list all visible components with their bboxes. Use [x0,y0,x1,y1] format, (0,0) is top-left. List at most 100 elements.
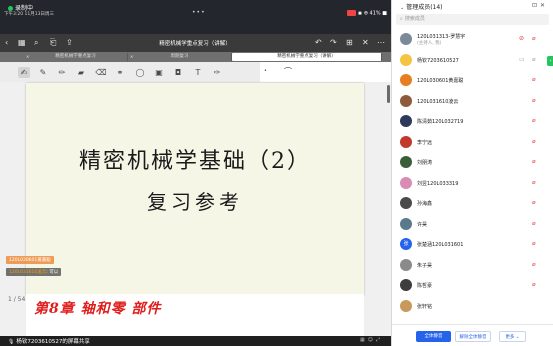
pen-icon[interactable]: ✎ [37,67,49,78]
member-row[interactable]: 120L030601黄嘉聪 ⌀ [392,71,553,89]
mic-muted-icon[interactable]: ⌀ [532,281,536,289]
undo-icon[interactable]: ↶ [315,37,322,48]
mic-muted-icon[interactable]: ⌀ [532,97,536,105]
device-status-bar: 录制中 下午3:20 11月13日周三 ••• ◉ ⊕ 41% ■ [0,0,391,34]
chat-bubble-2: 120L031610凌云: 可以 [6,268,62,276]
header-icons: ⊡✕ [532,2,548,9]
member-row[interactable]: 许昊 ⌀ [392,215,553,233]
share-icon[interactable]: ⇪ [66,37,73,48]
tab-2[interactable]: ✕ 周期复习 [128,53,232,61]
member-row[interactable]: 孙海鑫 ⌀ [392,194,553,212]
battery-wifi-icons: ◉ ⊕ 41% ■ [357,10,387,17]
bookmark-icon[interactable]: ⎗ [50,37,56,48]
mic-muted-icon[interactable]: ⌀ [532,76,536,84]
avatar [400,217,412,230]
member-row[interactable]: 陈哲豪 ⌀ [392,276,553,294]
mute-all-button[interactable]: 全体静音 [416,331,451,342]
close-panel-icon[interactable]: ✕ [540,2,548,9]
eraser-icon[interactable]: ⌫ [95,67,107,78]
people-icon[interactable]: ☺ [368,337,376,343]
stroke-style-icon[interactable]: ⌒ [284,66,292,77]
share-notice-label: 杨钦7203610527的屏幕共享 [16,339,90,345]
mic-muted-icon[interactable]: ⌀ [532,220,536,228]
mic-muted-icon[interactable]: ⌀ [532,261,536,269]
mic-muted-icon[interactable]: ⌀ [532,35,536,43]
avatar [400,33,412,45]
member-search[interactable]: ⌕ 搜索成员 [396,14,549,25]
member-row[interactable]: 李宁远 ⌀ [392,133,553,151]
collapse-panel-icon[interactable]: ‹ [547,56,553,66]
back-icon[interactable]: ‹ [5,37,8,48]
mic-muted-icon[interactable]: ⌀ [532,179,536,187]
mic-muted-icon[interactable]: ⌀ [532,199,536,207]
textbox-icon[interactable]: T [192,67,204,78]
member-row[interactable]: 朱子昊 ⌀ [392,256,553,274]
highlighter-icon[interactable]: ▰ [75,67,87,78]
shape-icon[interactable]: ◯ [134,67,146,78]
grid-view-icon[interactable]: ▦ [360,337,368,343]
member-row[interactable]: 刘朋涛 ⌀ [392,153,553,171]
member-name: 刘朋涛 [417,160,433,166]
layout-icon[interactable]: ⊡ [532,2,540,9]
close-icon[interactable]: ✕ [362,37,369,48]
page-dots: ••• [192,9,206,16]
member-row[interactable]: 刘昱120L033319 ⌀ [392,174,553,192]
chevron-down-icon[interactable]: ⌄ [400,5,404,11]
tab-label: 精密机械学重点复习（讲解） [277,54,336,59]
tab-close-icon[interactable]: ✕ [130,53,133,61]
mic-muted-icon[interactable]: ⌀ [532,138,536,146]
members-actions-bar: 全体静音 解除全体静音 更多 ⌄ [392,324,553,346]
member-row[interactable]: 陈清茹120L032719 ⌀ [392,112,553,130]
image-icon[interactable]: ▣ [153,67,165,78]
tab-close-icon[interactable]: ✕ [26,53,29,61]
pdf-page-1: 精密机械学基础（2） 复习参考 [26,83,364,296]
document-tabs: ✕ 精密机械学重点复习 ✕ 周期复习 精密机械学重点复习（讲解） [0,52,391,62]
tab-1[interactable]: ✕ 精密机械学重点复习 [24,53,128,61]
search-icon[interactable]: ⌕ [34,37,38,48]
marker-icon[interactable]: ✑ [211,67,223,78]
share-notice-bar: 🎙 杨钦7203610527的屏幕共享 ▦☺⤢ [0,336,391,346]
more-button[interactable]: 更多 ⌄ [499,331,526,342]
member-row[interactable]: 张张楚涵120L031601 ⌀ [392,235,553,253]
device-system-icons: ◉ ⊕ 41% ■ [346,10,387,17]
avatar [400,197,412,209]
more-icon[interactable]: ⋯ [377,37,385,48]
member-row[interactable]: 杨钦7203610527 ▭ ⌀ [392,51,553,69]
pen-dot-icon[interactable]: • [264,68,267,74]
member-name: 陈哲豪 [417,283,433,289]
pdf-pages-area[interactable]: 精密机械学基础（2） 复习参考 第8章 轴和零 部件 [0,82,391,346]
share-controls: ▦☺⤢ [360,337,383,343]
member-row[interactable]: 120L031610凌云 ⌀ [392,92,553,110]
video-off-icon[interactable]: ⊘ [519,35,524,43]
mic-icon[interactable]: ⌀ [532,56,536,64]
member-row[interactable]: 张轩铭 [392,297,553,315]
fullscreen-icon[interactable]: ⤢ [376,337,383,343]
mic-muted-icon[interactable]: ⌀ [532,158,536,166]
export-icon[interactable]: ⊞ [346,37,353,48]
avatar [400,53,412,66]
avatar [400,176,412,189]
unmute-all-button[interactable]: 解除全体静音 [455,331,491,342]
document-scrollbar[interactable] [387,85,390,103]
document-toolbar: ‹ ▦ ⌕ ⎗ ⇪ 精密机械学重点复习（讲解） ↶ ↷ ⊞ ✕ ⋯ [0,36,391,50]
mic-muted-icon[interactable]: ⌀ [532,117,536,125]
video-icon[interactable]: ▭ [519,56,525,64]
avatar [400,258,412,271]
tab-label: 周期复习 [170,54,189,59]
camera-icon[interactable]: ◘ [172,67,184,78]
tab-3-active[interactable]: 精密机械学重点复习（讲解） [232,53,382,61]
chat-sender: 120L031610凌云 [9,270,47,275]
member-name: 李宁远 [417,139,433,146]
member-row[interactable]: 120L031313-罗慧宇 (主持人, 我) ⊘ ⌀ [392,30,553,48]
pencil-icon[interactable]: ✏ [56,67,68,78]
handwritten-chapter-title: 第8章 轴和零 部件 [34,301,162,317]
redo-icon[interactable]: ↷ [330,37,337,48]
lasso-icon[interactable]: ⚭ [114,67,126,78]
grid-icon[interactable]: ▦ [18,37,26,48]
member-name: 刘昱120L033319 [417,180,459,187]
member-name: 杨钦7203610527 [417,57,459,64]
mic-muted-icon[interactable]: ⌀ [532,240,536,248]
chat-message: 可以 [49,270,59,275]
text-select-icon[interactable]: ✍ [18,67,30,78]
more-label: 更多 [505,335,515,340]
